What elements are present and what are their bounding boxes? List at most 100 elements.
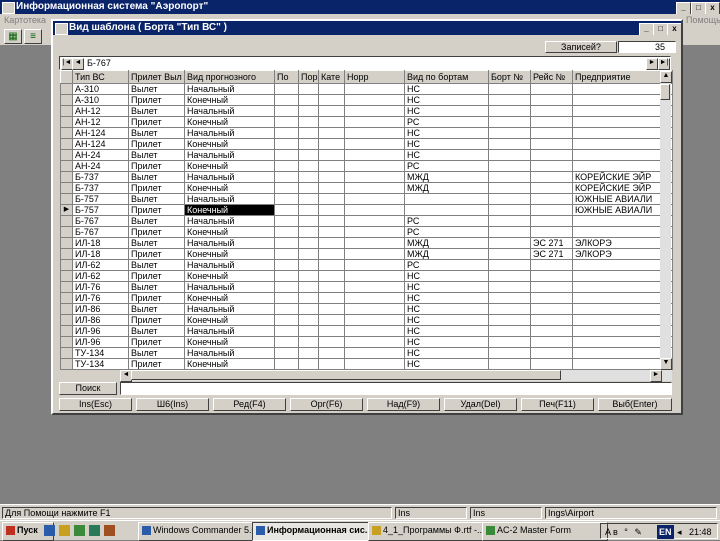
table-cell[interactable]: [274, 237, 299, 249]
table-cell[interactable]: Конечный: [184, 226, 275, 238]
hscroll-thumb[interactable]: [131, 370, 561, 380]
table-cell[interactable]: НС: [404, 149, 489, 161]
table-cell[interactable]: [274, 127, 299, 139]
table-cell[interactable]: [318, 160, 345, 172]
table-cell[interactable]: [530, 358, 573, 370]
table-cell[interactable]: Прилет: [128, 358, 185, 370]
table-cell[interactable]: НС: [404, 347, 489, 359]
table-cell[interactable]: [488, 160, 531, 172]
table-cell[interactable]: [572, 347, 673, 359]
table-cell[interactable]: Конечный: [184, 204, 275, 216]
table-cell[interactable]: Прилет: [128, 314, 185, 326]
table-cell[interactable]: МЖД: [404, 182, 489, 194]
table-cell[interactable]: Вылет: [128, 303, 185, 315]
table-cell[interactable]: [488, 149, 531, 161]
table-cell[interactable]: [572, 149, 673, 161]
table-row[interactable]: ИЛ-18 Прилет Конечный МЖД ЭС 271 ЭЛКОРЭ: [60, 248, 673, 260]
table-cell[interactable]: НС: [404, 314, 489, 326]
table-cell[interactable]: НС: [404, 94, 489, 106]
select-button[interactable]: Выб(Enter): [598, 398, 672, 411]
table-cell[interactable]: [318, 281, 345, 293]
table-cell[interactable]: [344, 149, 405, 161]
table-cell[interactable]: [572, 325, 673, 337]
main-minimize-button[interactable]: _: [676, 2, 691, 14]
table-cell[interactable]: Конечный: [184, 116, 275, 128]
table-cell[interactable]: ИЛ-62: [72, 259, 129, 271]
table-cell[interactable]: ИЛ-86: [72, 314, 129, 326]
table-cell[interactable]: Начальный: [184, 281, 275, 293]
table-cell[interactable]: А-310: [72, 83, 129, 95]
column-header[interactable]: Вид прогнозного: [184, 70, 275, 84]
table-cell[interactable]: Вылет: [128, 325, 185, 337]
table-cell[interactable]: [488, 182, 531, 194]
table-cell[interactable]: [572, 94, 673, 106]
table-cell[interactable]: [488, 325, 531, 337]
table-cell[interactable]: [344, 83, 405, 95]
table-cell[interactable]: [274, 259, 299, 271]
task-rtf-document[interactable]: 4_1_Программы Ф.rtf -...: [368, 522, 494, 541]
main-maximize-button[interactable]: □: [691, 2, 706, 14]
table-cell[interactable]: [488, 259, 531, 271]
table-cell[interactable]: [488, 127, 531, 139]
table-cell[interactable]: [488, 204, 531, 216]
table-cell[interactable]: ИЛ-62: [72, 270, 129, 282]
table-cell[interactable]: Вылет: [128, 347, 185, 359]
table-row[interactable]: АН-24 Прилет Конечный РС: [60, 160, 673, 172]
table-cell[interactable]: [530, 347, 573, 359]
table-cell[interactable]: Вылет: [128, 215, 185, 227]
table-cell[interactable]: Вылет: [128, 237, 185, 249]
table-cell[interactable]: [274, 193, 299, 205]
current-row-indicator-icon[interactable]: ▶: [60, 204, 73, 216]
prev-record-button[interactable]: ◄: [72, 58, 84, 70]
table-cell[interactable]: [572, 138, 673, 150]
table-cell[interactable]: [298, 127, 319, 139]
table-cell[interactable]: НС: [404, 270, 489, 282]
table-cell[interactable]: ЭЛКОРЭ: [572, 237, 673, 249]
table-cell[interactable]: [318, 182, 345, 194]
table-row[interactable]: ИЛ-96 Прилет Конечный НС: [60, 336, 673, 348]
task-information-system[interactable]: Информационная сис...: [252, 522, 380, 541]
table-cell[interactable]: ИЛ-86: [72, 303, 129, 315]
org-button[interactable]: Орг(F6): [290, 398, 363, 411]
table-cell[interactable]: [530, 292, 573, 304]
table-cell[interactable]: НС: [404, 292, 489, 304]
table-cell[interactable]: [572, 259, 673, 271]
table-row[interactable]: АН-24 Вылет Начальный НС: [60, 149, 673, 161]
table-cell[interactable]: [530, 149, 573, 161]
table-cell[interactable]: [344, 116, 405, 128]
table-cell[interactable]: Прилет: [128, 336, 185, 348]
table-cell[interactable]: Вылет: [128, 127, 185, 139]
table-cell[interactable]: Начальный: [184, 303, 275, 315]
table-cell[interactable]: [488, 105, 531, 117]
table-cell[interactable]: НС: [404, 303, 489, 315]
table-cell[interactable]: Начальный: [184, 193, 275, 205]
table-cell[interactable]: [572, 215, 673, 227]
table-cell[interactable]: [530, 314, 573, 326]
row-indicator[interactable]: [60, 127, 73, 139]
table-cell[interactable]: Б-757: [72, 193, 129, 205]
toolbar-grid-icon[interactable]: ▦: [4, 29, 22, 44]
row-indicator[interactable]: [60, 83, 73, 95]
table-row[interactable]: ИЛ-96 Вылет Начальный НС: [60, 325, 673, 337]
table-cell[interactable]: КОРЕЙСКИЕ ЭЙР: [572, 182, 673, 194]
table-cell[interactable]: АН-24: [72, 149, 129, 161]
table-cell[interactable]: ИЛ-76: [72, 281, 129, 293]
quicklaunch-ie-icon[interactable]: [44, 525, 55, 536]
table-cell[interactable]: Начальный: [184, 105, 275, 117]
column-header[interactable]: Кате: [318, 70, 345, 84]
table-cell[interactable]: Прилет: [128, 138, 185, 150]
table-row[interactable]: А-310 Вылет Начальный НС: [60, 83, 673, 95]
table-cell[interactable]: [318, 215, 345, 227]
quicklaunch-desktop-icon[interactable]: [74, 525, 85, 536]
table-cell[interactable]: [488, 171, 531, 183]
row-indicator[interactable]: [60, 248, 73, 260]
menu-item-file[interactable]: Картотека: [4, 14, 46, 26]
table-cell[interactable]: [344, 325, 405, 337]
table-cell[interactable]: [572, 226, 673, 238]
table-cell[interactable]: [344, 127, 405, 139]
table-cell[interactable]: [298, 226, 319, 238]
table-cell[interactable]: Конечный: [184, 138, 275, 150]
table-cell[interactable]: Начальный: [184, 347, 275, 359]
row-indicator[interactable]: [60, 358, 73, 370]
row-indicator[interactable]: [60, 94, 73, 106]
